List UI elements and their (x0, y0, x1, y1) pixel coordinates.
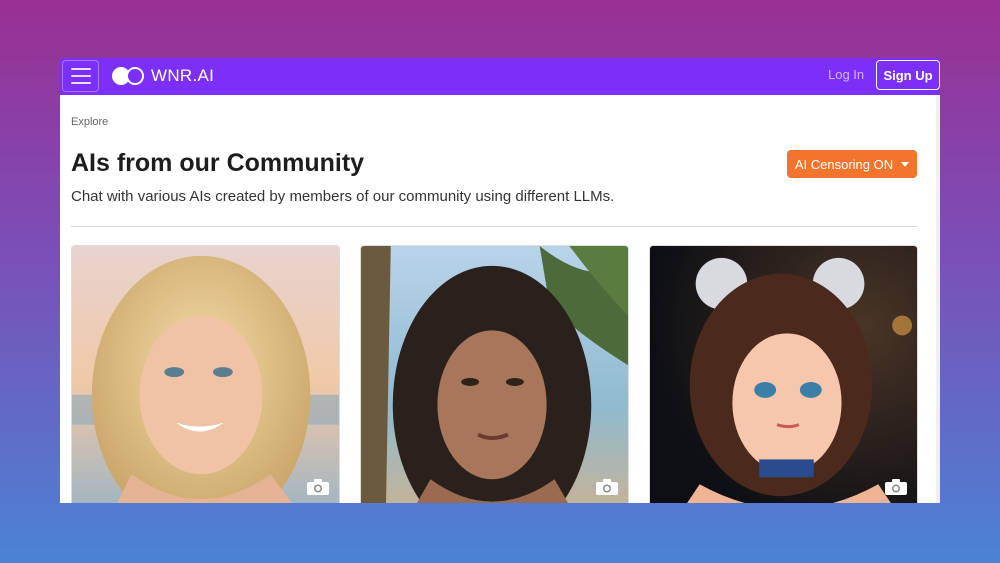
menu-line (70, 68, 91, 70)
login-link[interactable]: Log In (828, 67, 864, 82)
signup-button[interactable]: Sign Up (876, 60, 940, 90)
ai-character-card[interactable] (360, 245, 629, 503)
app-window: WNR.AI Log In Sign Up Explore AIs from o… (60, 58, 940, 503)
camera-icon (307, 479, 329, 495)
character-portrait-image (72, 246, 339, 503)
logo-icon (112, 66, 145, 86)
censor-button-label: AI Censoring ON (794, 156, 894, 172)
camera-icon (596, 479, 618, 495)
camera-icon (885, 479, 907, 495)
menu-line (70, 82, 91, 84)
top-navbar: WNR.AI Log In Sign Up (60, 58, 940, 95)
section-divider (71, 226, 917, 227)
hamburger-menu-button[interactable] (62, 60, 99, 92)
character-portrait-image (361, 246, 628, 503)
page-scrollbar[interactable] (936, 95, 940, 503)
character-portrait-image (650, 246, 917, 503)
brand-logo[interactable]: WNR.AI (112, 66, 214, 86)
ai-character-card[interactable] (71, 245, 340, 503)
breadcrumb: Explore (71, 116, 109, 128)
ai-character-card[interactable] (649, 245, 918, 503)
menu-line (70, 75, 91, 77)
brand-name: WNR.AI (151, 66, 215, 85)
ai-censoring-toggle-button[interactable]: AI Censoring ON (787, 150, 917, 178)
caret-down-icon (901, 161, 910, 167)
page-subtitle: Chat with various AIs created by members… (71, 188, 615, 205)
page-title: AIs from our Community (71, 149, 365, 177)
